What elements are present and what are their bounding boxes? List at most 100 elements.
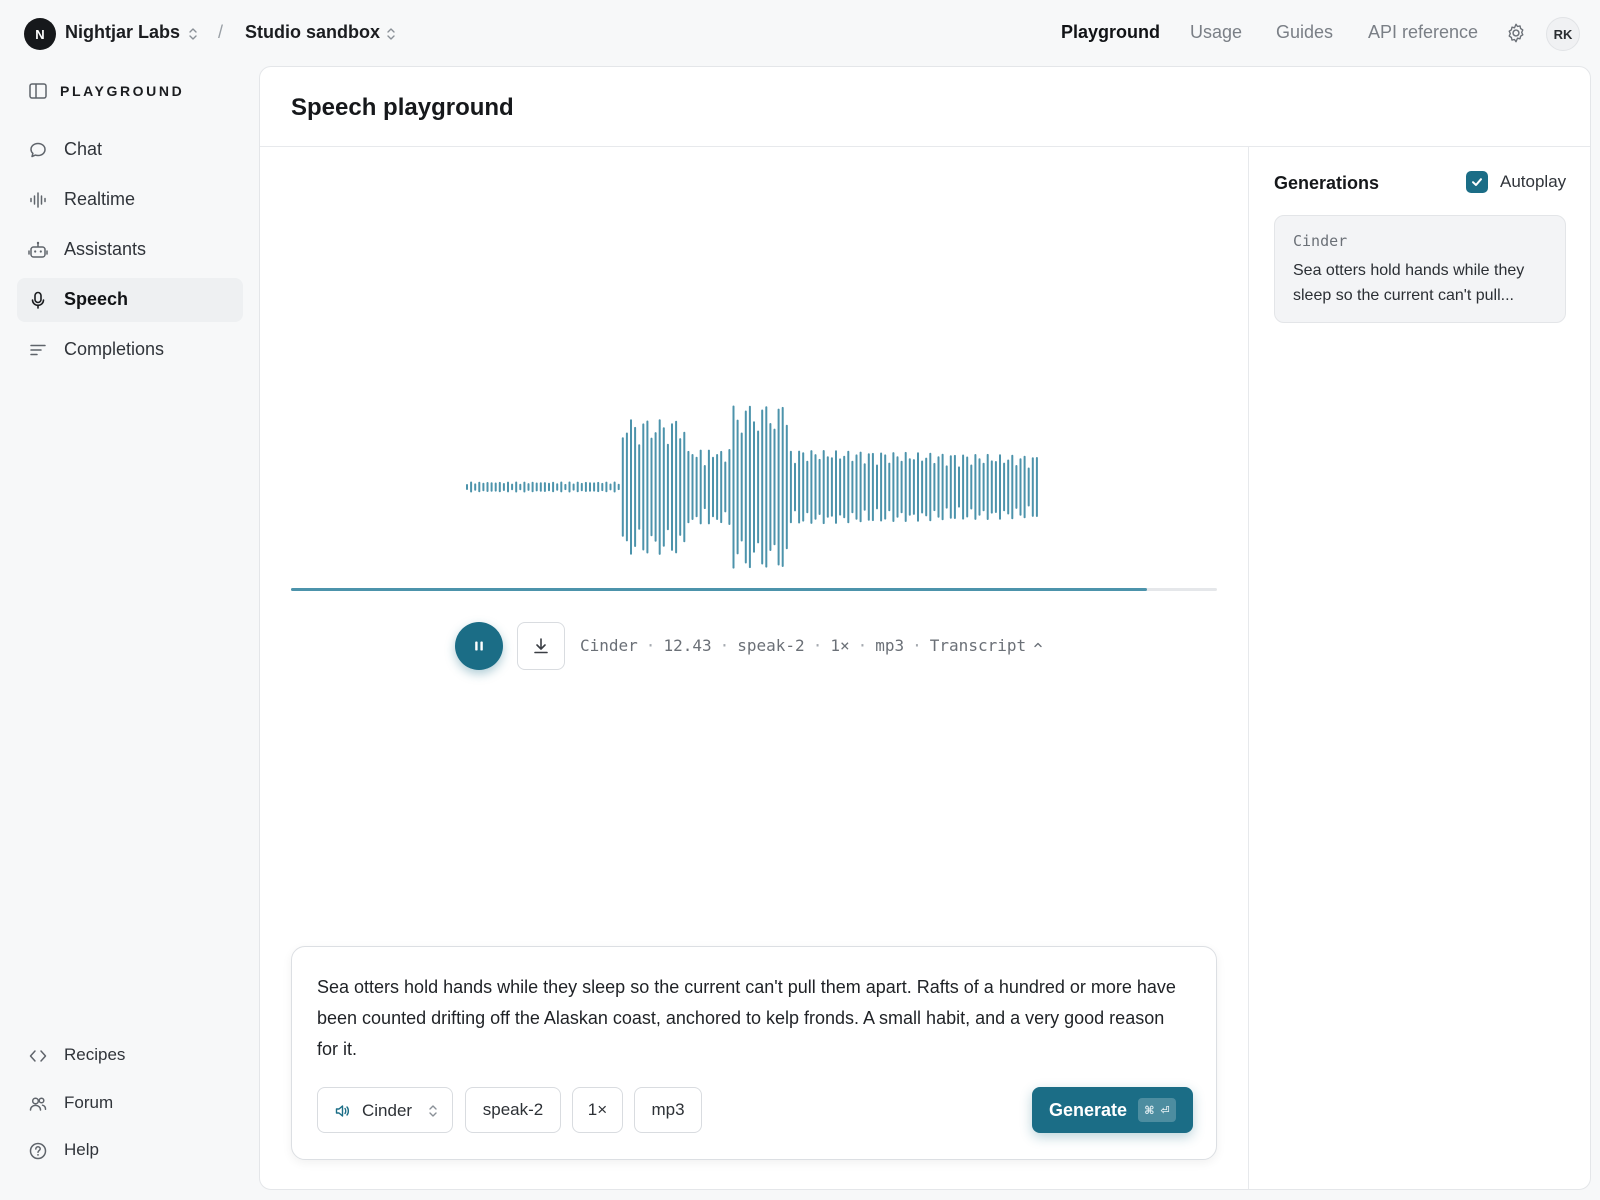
waveform-bar	[974, 454, 977, 520]
download-button[interactable]	[517, 622, 565, 670]
waveform-bar	[568, 481, 571, 493]
waveform-bar	[679, 438, 682, 536]
waveform-bar	[666, 443, 669, 531]
pause-icon	[475, 641, 483, 651]
chevron-up-icon	[1034, 642, 1042, 648]
waveform-bar	[642, 423, 645, 551]
waveform-bar	[511, 483, 514, 491]
sidebar-item-speech[interactable]: Speech	[17, 278, 243, 322]
format-select-value: mp3	[651, 1100, 685, 1119]
sidebar-item-label: Recipes	[64, 1045, 126, 1064]
waveform-bar	[822, 450, 825, 525]
waveform-bar	[798, 450, 801, 524]
top-bar: N Nightjar Labs / Studio sandbox Playgro…	[0, 0, 1600, 66]
sidebar-toggle-icon[interactable]	[28, 81, 48, 101]
meta-format: mp3	[875, 635, 905, 655]
sidebar-item-recipes[interactable]: Recipes	[17, 1034, 243, 1078]
nav-api-reference[interactable]: API reference	[1368, 22, 1478, 43]
sidebar-item-assistants[interactable]: Assistants	[17, 228, 243, 272]
waveform-bar	[724, 461, 727, 513]
format-select[interactable]: mp3	[634, 1087, 702, 1133]
sidebar-item-label: Help	[64, 1140, 99, 1159]
meta-model: speak-2	[737, 635, 805, 655]
chevron-up-down-icon[interactable]	[188, 26, 198, 42]
waveform-bar	[621, 437, 624, 537]
waveform-bar	[769, 423, 772, 551]
sidebar-item-chat[interactable]: Chat	[17, 128, 243, 172]
waveform-bar	[839, 458, 842, 516]
nav-guides[interactable]: Guides	[1276, 22, 1333, 43]
waveform-bar	[941, 453, 944, 521]
transcript-toggle[interactable]: Transcript	[930, 636, 1044, 655]
voice-select[interactable]: Cinder	[317, 1087, 453, 1133]
playback-progress-bar[interactable]	[291, 588, 1217, 591]
waveform-bar	[900, 460, 903, 514]
waveform-bar	[539, 482, 542, 492]
waveform-bar	[564, 483, 567, 491]
generate-button[interactable]: Generate ⌘ ⏎	[1032, 1087, 1193, 1133]
page-title: Speech playground	[291, 94, 514, 121]
waveform-bar	[753, 421, 755, 553]
waveform-bar	[859, 451, 862, 523]
waveform-bar	[888, 462, 891, 512]
waveform-bar	[814, 454, 817, 520]
generation-voice: Cinder	[1293, 232, 1348, 250]
sidebar-item-completions[interactable]: Completions	[17, 328, 243, 372]
sidebar-item-label: Speech	[64, 289, 129, 309]
speech-text-input[interactable]: Sea otters hold hands while they sleep s…	[317, 972, 1187, 1065]
waveform-bar	[675, 420, 678, 554]
waveform-bar	[736, 419, 739, 555]
divider	[1248, 147, 1249, 1189]
waveform-bar	[671, 423, 673, 551]
chevron-up-down-icon[interactable]	[386, 26, 396, 42]
waveform-bar	[597, 481, 600, 493]
waveform-bar	[851, 460, 854, 514]
autoplay-label[interactable]: Autoplay	[1500, 172, 1566, 192]
waveform-bar	[921, 460, 924, 514]
pause-button[interactable]	[455, 622, 503, 670]
waveform-bar	[884, 454, 887, 520]
waveform-bar	[543, 482, 546, 492]
autoplay-checkbox[interactable]	[1466, 171, 1488, 193]
sidebar-item-label: Completions	[64, 339, 165, 359]
org-avatar[interactable]: N	[24, 18, 56, 50]
sidebar-item-forum[interactable]: Forum	[17, 1082, 243, 1126]
waveform-bar	[802, 452, 805, 522]
voice-select-value: Cinder	[362, 1101, 413, 1120]
sidebar-item-realtime[interactable]: Realtime	[17, 178, 243, 222]
waveform-bar	[482, 482, 485, 492]
waveform-bar	[908, 458, 911, 516]
waveform-bar	[630, 419, 632, 555]
audio-waveform[interactable]	[466, 392, 1046, 582]
model-select[interactable]: speak-2	[465, 1087, 561, 1133]
waveform-bar	[917, 452, 919, 522]
waveform-bar	[527, 483, 530, 491]
code-icon	[29, 1050, 47, 1062]
waveform-bar	[904, 451, 907, 522]
waveform-bar	[662, 427, 665, 547]
gear-icon[interactable]	[1505, 22, 1527, 44]
speed-select[interactable]: 1×	[572, 1087, 623, 1133]
sidebar-item-help[interactable]: Help	[17, 1129, 243, 1173]
waveform-bar	[531, 481, 534, 493]
waveform-bar	[1023, 455, 1026, 519]
waveform-bar	[999, 454, 1001, 520]
waveform-bar	[871, 452, 874, 522]
waveform-bar	[978, 458, 981, 516]
org-switcher[interactable]: Nightjar Labs	[65, 22, 180, 43]
waveform-bar	[880, 452, 883, 522]
waveform-bar	[560, 481, 563, 493]
waveform-bar	[785, 424, 788, 550]
generation-item[interactable]: Cinder Sea otters hold hands while they …	[1274, 215, 1566, 323]
help-circle-icon	[29, 1142, 47, 1160]
checkmark-icon	[1472, 178, 1482, 186]
nav-usage[interactable]: Usage	[1190, 22, 1242, 43]
waveform-bar	[625, 432, 628, 542]
text-composer[interactable]: Sea otters hold hands while they sleep s…	[291, 946, 1217, 1160]
user-avatar[interactable]: RK	[1546, 17, 1580, 51]
nav-playground[interactable]: Playground	[1061, 22, 1160, 43]
project-switcher[interactable]: Studio sandbox	[245, 22, 380, 43]
sidebar-item-label: Assistants	[64, 239, 147, 259]
waveform-bar	[843, 455, 846, 519]
sidebar-item-label: Chat	[64, 139, 103, 159]
